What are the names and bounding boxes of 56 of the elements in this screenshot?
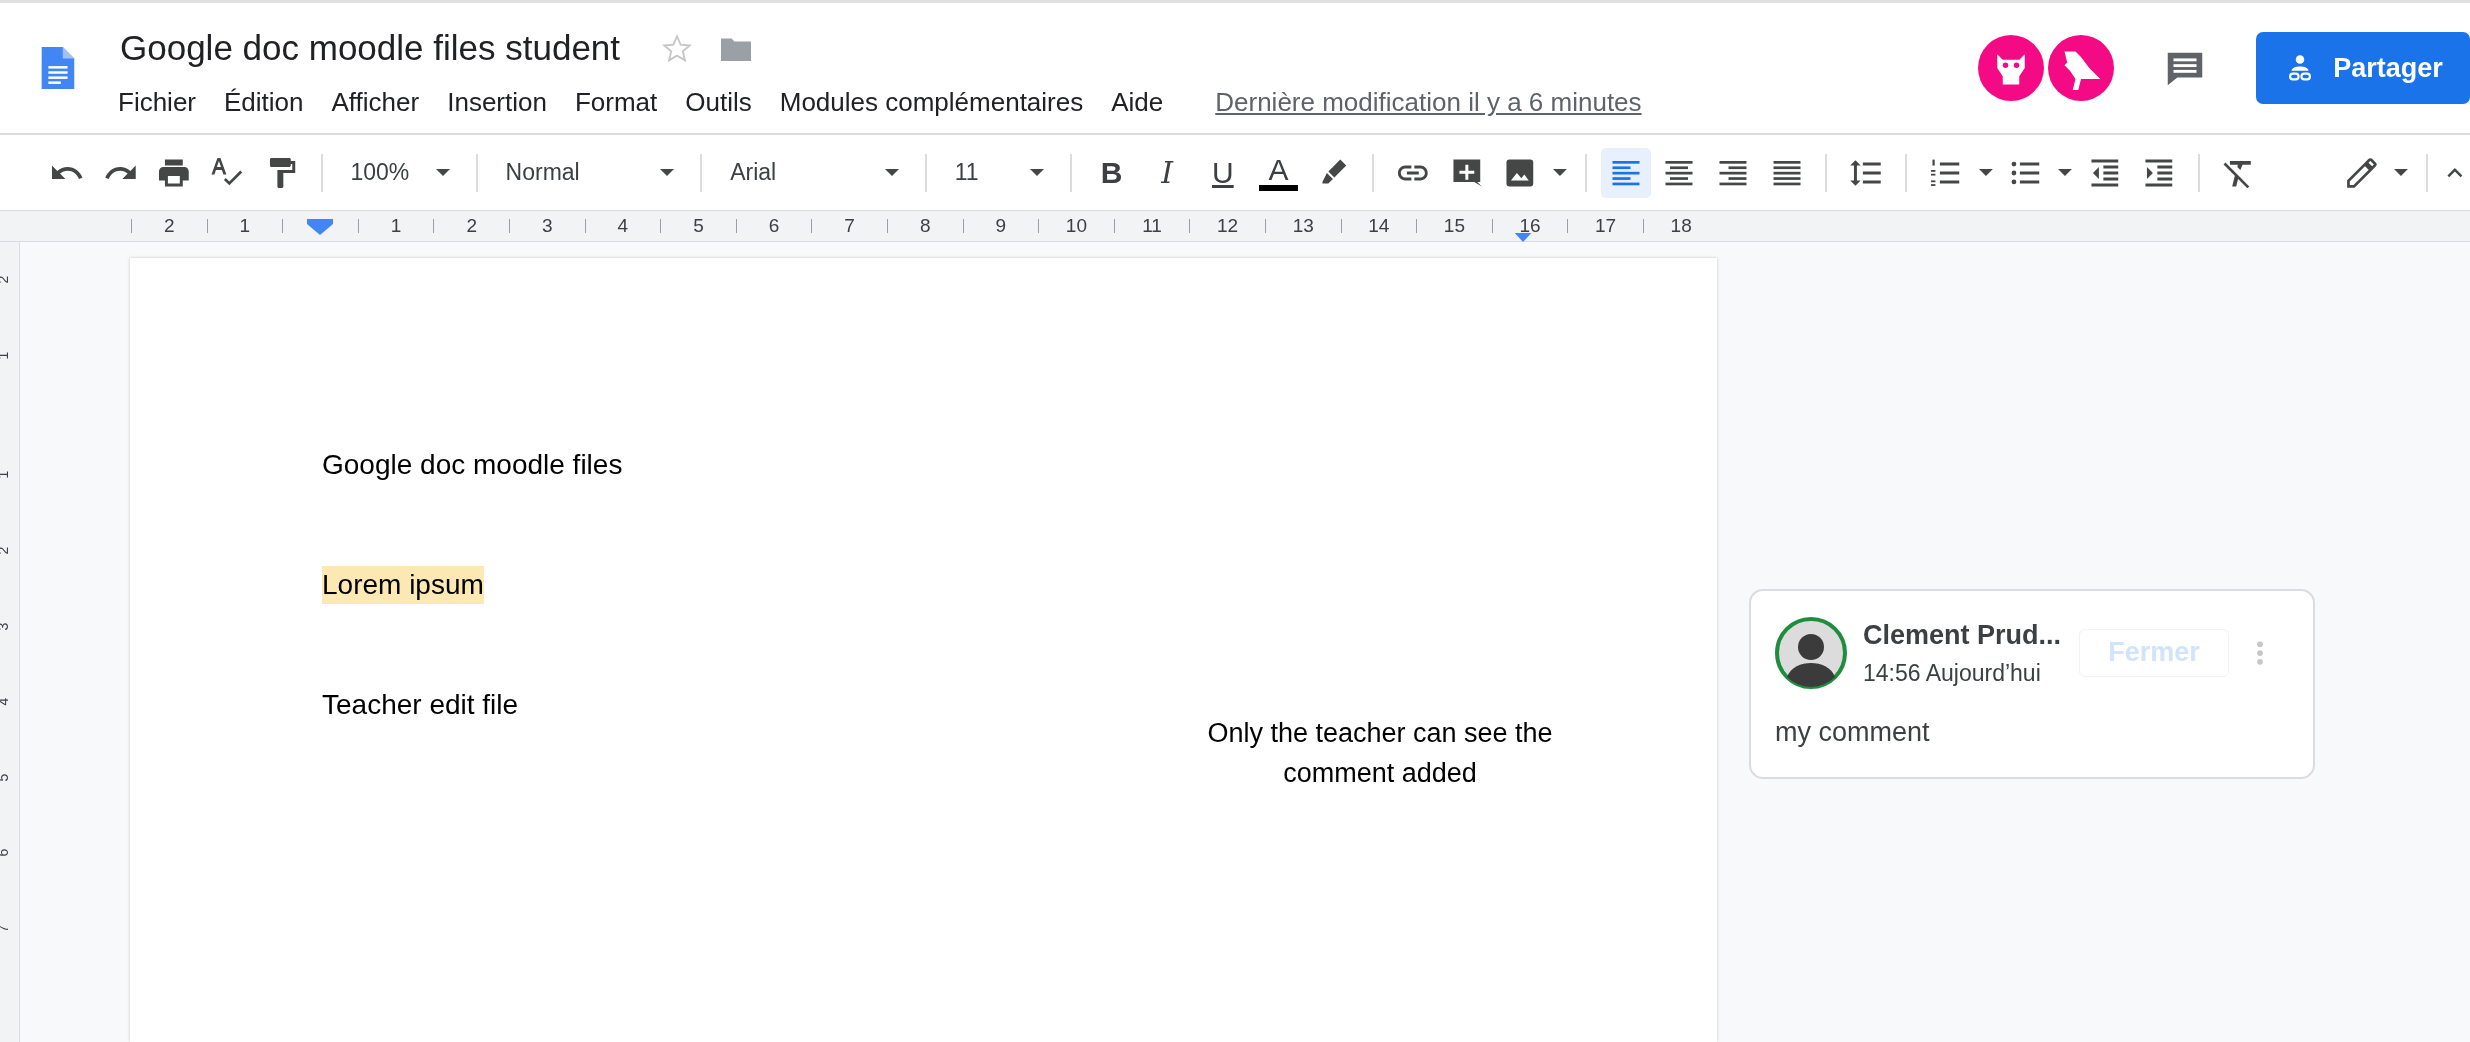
bold-button[interactable]: B [1086,150,1137,195]
ruler-number: 2 [131,219,207,233]
ruler-number: 10 [1038,219,1114,233]
share-button[interactable]: Partager [2256,32,2470,104]
document-paragraph: Google doc moodle files [322,448,623,482]
menu-item[interactable]: Édition [210,82,318,122]
ruler-number: 9 [962,219,1039,233]
font-size-select[interactable]: 11 [938,155,1058,190]
ruler-number: 2 [433,219,509,233]
menu-item[interactable]: Aide [1097,82,1178,122]
caret-icon [435,169,450,176]
caret-icon [1029,169,1044,176]
color-button[interactable]: A [1258,154,1299,191]
ruler-number: 5 [660,219,736,233]
document-paragraph: Teacher edit file [322,688,519,722]
caret-icon [660,169,675,176]
ruler-number: 13 [1264,219,1341,233]
ruler-number: 6 [735,219,812,233]
ruler-number: 14 [1340,219,1417,233]
menu-item[interactable]: Insertion [433,82,561,122]
document-title[interactable]: Google doc moodle files student [104,22,637,75]
document-note: Only the teacher can see the comment added [1206,717,1554,790]
caret-icon[interactable] [2058,169,2073,176]
comment-time: 14:56 Aujourd’hui [1863,658,2042,688]
caret-icon[interactable] [1553,169,1567,176]
caret-icon [884,169,899,176]
ruler-number: 17 [1567,219,1643,233]
ruler-number: 11 [1113,219,1190,233]
zoom-select[interactable]: 100% [334,155,464,190]
menu-item[interactable]: Outils [671,82,766,122]
align-left-button[interactable] [1600,147,1651,198]
caret-icon[interactable] [2394,169,2409,176]
menu-item[interactable]: Afficher [317,82,434,122]
indent-marker[interactable] [307,219,333,235]
ruler-number: 18 [1642,219,1719,233]
ruler-number: 1 [357,219,434,233]
ruler-number: 7 [811,219,887,233]
italic-button[interactable]: I [1142,150,1193,195]
ruler-number: 8 [886,219,963,233]
font-select[interactable]: Arial [714,155,913,190]
underline-button[interactable]: U [1198,150,1248,195]
style-select[interactable]: Normal [489,155,689,190]
indent-marker[interactable] [1514,233,1532,242]
document-paragraph: Lorem ipsum [322,566,484,604]
comment-text: my comment [1775,716,1931,749]
menu-item[interactable]: Fichier [104,82,210,122]
ruler-number: 3 [508,219,585,233]
last-edit-link[interactable]: Dernière modification il y a 6 minutes [1215,82,1642,122]
caret-icon[interactable] [1978,169,1993,176]
ruler-number: 15 [1416,219,1492,233]
ruler-number: 12 [1189,219,1265,233]
menu-item[interactable]: Format [560,82,672,122]
ruler-number: 1 [206,219,283,233]
menu-item[interactable]: Modules complémentaires [765,82,1098,122]
comment-author: Clement Prud... [1863,619,2062,652]
ruler-number: 4 [584,219,661,233]
